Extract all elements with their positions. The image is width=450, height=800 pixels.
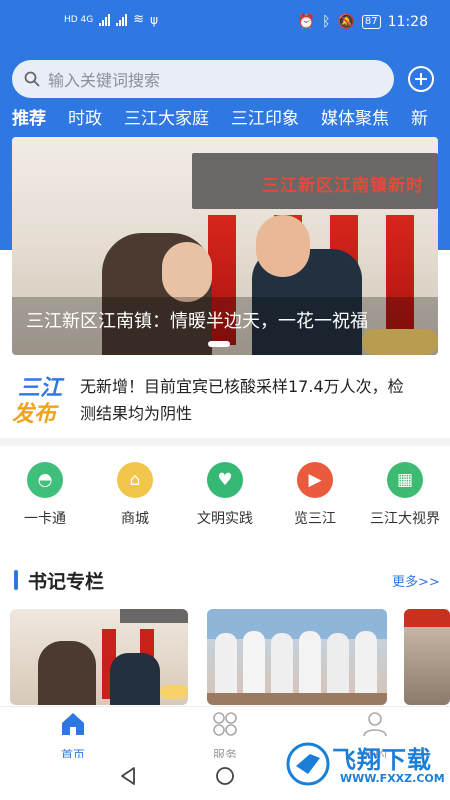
banner-caption: 三江新区江南镇：情暖半边天，一花一祝福 <box>26 311 368 332</box>
quick-links: ◓ 一卡通 ⌂ 商城 ♥ 文明实践 ▶ 览三江 ▦ 三江大视界 <box>0 462 450 532</box>
home-icon <box>62 713 84 735</box>
tab-sanjiang-impression[interactable]: 三江印象 <box>231 104 299 130</box>
sanjiang-release-logo: 三江 发布 <box>12 370 70 427</box>
meal-cover-icon: ◓ <box>27 462 63 498</box>
search-bar[interactable]: 输入关键词搜索 <box>12 60 394 98</box>
search-placeholder: 输入关键词搜索 <box>48 71 161 90</box>
signal-icon <box>99 13 111 26</box>
quick-link-vision[interactable]: ▦ 三江大视界 <box>360 462 450 528</box>
thumbnail-person <box>355 631 377 693</box>
watermark-url: WWW.FXXZ.COM <box>340 772 445 785</box>
app-screen: HD 4G ≋ ψ ⏰ ᛒ 🔕 87 11:28 输入关键词搜索 推荐 时政 三… <box>0 0 450 800</box>
alarm-icon: ⏰ <box>297 14 316 30</box>
nav-home[interactable]: 首页 <box>33 711 113 763</box>
watermark-logo-icon <box>286 742 330 786</box>
watermark: 飞翔下载 WWW.FXXZ.COM <box>286 740 445 792</box>
article-thumbnail[interactable] <box>404 609 450 705</box>
more-link[interactable]: 更多>> <box>392 571 440 590</box>
quick-link-label: 商城 <box>121 511 149 527</box>
usb-icon: ψ <box>150 12 159 27</box>
quick-link-label: 文明实践 <box>197 511 253 527</box>
article-thumbnail[interactable] <box>10 609 188 705</box>
film-icon: ▦ <box>387 462 423 498</box>
heart-hand-icon: ♥ <box>207 462 243 498</box>
battery-indicator: 87 <box>361 15 381 29</box>
search-icon <box>24 71 40 87</box>
quick-link-civilization[interactable]: ♥ 文明实践 <box>180 462 270 528</box>
quick-link-label: 览三江 <box>294 511 336 527</box>
thumbnail-sign <box>120 609 188 623</box>
banner-sign-text: 三江新区江南镇新时 <box>262 176 424 196</box>
quick-link-mall[interactable]: ⌂ 商城 <box>90 462 180 528</box>
tab-recommend[interactable]: 推荐 <box>12 104 46 130</box>
user-icon <box>363 712 387 737</box>
thumbnail-person <box>299 631 321 693</box>
grid-icon <box>213 712 237 736</box>
plus-circle-icon[interactable] <box>408 66 434 92</box>
watermark-brand: 飞翔下载 <box>332 746 432 774</box>
status-left: HD 4G ≋ ψ <box>64 12 158 27</box>
signal-icon-2 <box>116 13 128 26</box>
tab-politics[interactable]: 时政 <box>68 104 102 130</box>
section-accent-bar <box>14 570 18 590</box>
clock: 11:28 <box>387 14 428 30</box>
logo-text-bottom: 发布 <box>12 402 57 427</box>
tab-sanjiang-family[interactable]: 三江大家庭 <box>124 104 209 130</box>
bluetooth-icon: ᛒ <box>322 14 331 30</box>
section-title: 书记专栏 <box>28 571 105 593</box>
quick-link-browse-sanjiang[interactable]: ▶ 览三江 <box>270 462 360 528</box>
banner-carousel[interactable]: 三江新区江南镇新时 三江新区江南镇：情暖半边天，一花一祝福 <box>12 137 438 355</box>
status-right: ⏰ ᛒ 🔕 87 11:28 <box>298 14 428 30</box>
thumbnail-person <box>243 631 265 693</box>
home-circle-icon[interactable] <box>215 766 235 786</box>
mute-icon: 🔕 <box>337 14 355 30</box>
shop-icon: ⌂ <box>117 462 153 498</box>
banner-person-face <box>162 242 212 302</box>
article-thumbnail[interactable] <box>207 609 387 705</box>
thumbnail-officer <box>110 653 160 705</box>
thumbnail-person <box>215 633 237 693</box>
thumbnail-person <box>327 633 349 693</box>
section-divider <box>0 438 450 446</box>
wifi-icon: ≋ <box>133 12 145 27</box>
back-icon[interactable] <box>118 766 138 786</box>
quick-link-label: 三江大视界 <box>370 511 440 527</box>
thumbnail-table <box>207 693 387 705</box>
category-tabs: 推荐 时政 三江大家庭 三江印象 媒体聚焦 新 <box>12 104 450 130</box>
thumbnail-person <box>271 633 293 693</box>
thumbnail-banner <box>404 609 450 627</box>
banner-officer-face <box>256 215 310 277</box>
tab-new[interactable]: 新 <box>411 104 428 130</box>
quick-link-label: 一卡通 <box>24 511 66 527</box>
tab-media-focus[interactable]: 媒体聚焦 <box>321 104 389 130</box>
network-label: HD 4G <box>64 14 94 25</box>
quick-link-card[interactable]: ◓ 一卡通 <box>0 462 90 528</box>
status-bar: HD 4G ≋ ψ ⏰ ᛒ 🔕 87 11:28 <box>0 0 450 50</box>
news-ticker-headline[interactable]: 无新增！目前宜宾已核酸采样17.4万人次，检测结果均为阴性 <box>80 373 410 427</box>
thumbnail-flowers <box>160 685 188 699</box>
carousel-indicator <box>208 341 230 347</box>
nav-services[interactable]: 服务 <box>185 711 265 763</box>
video-camera-icon: ▶ <box>297 462 333 498</box>
thumbnail-person <box>38 641 96 705</box>
